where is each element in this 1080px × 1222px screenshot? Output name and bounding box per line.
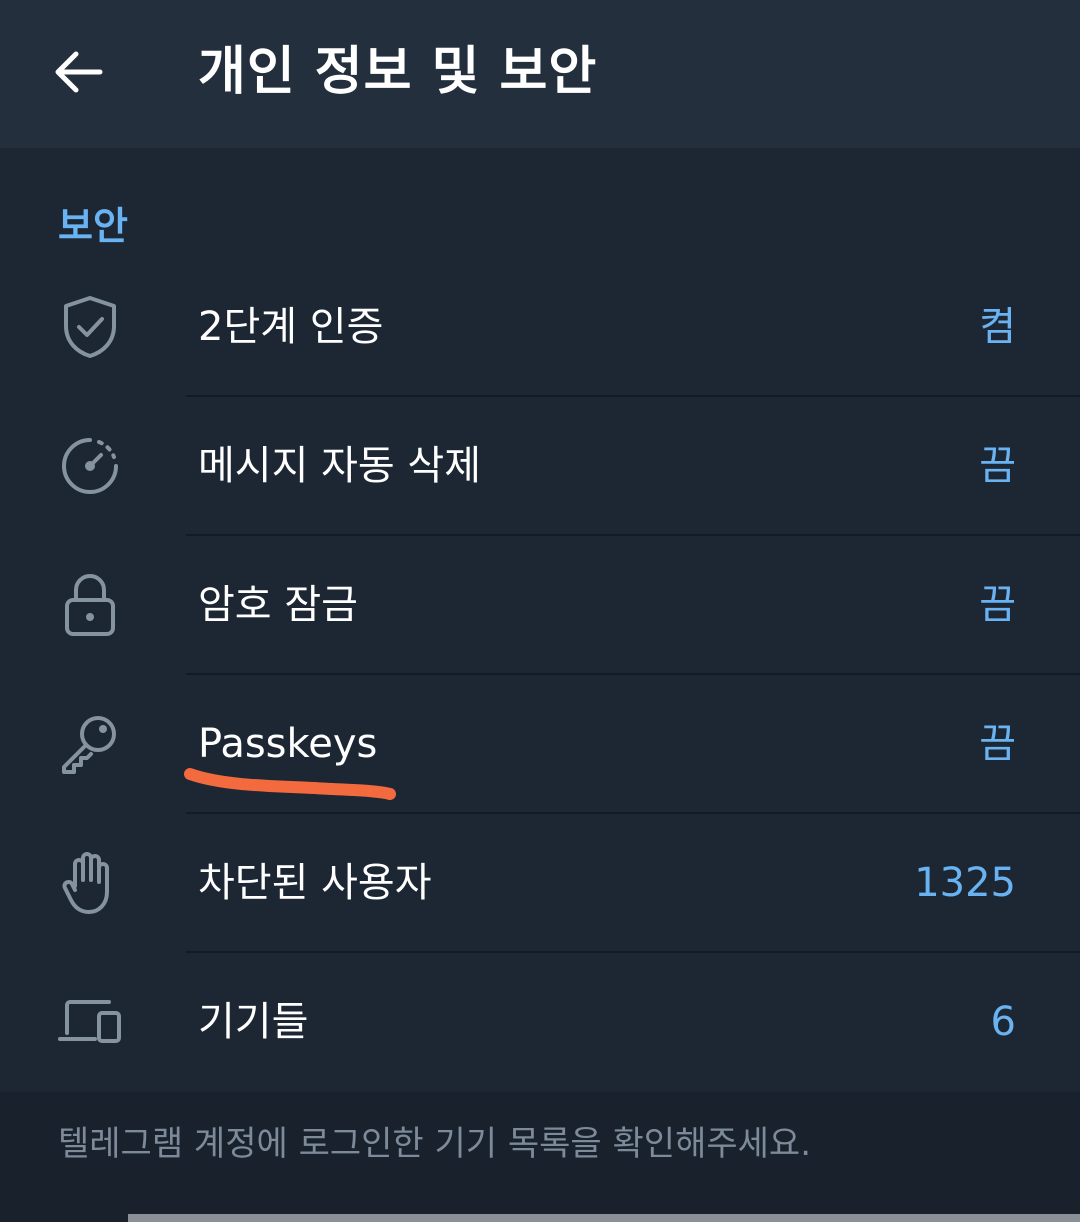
timer-icon	[56, 432, 124, 500]
gesture-bar	[128, 1214, 1080, 1222]
app-screen: 개인 정보 및 보안 보안 2단계 인증 켬 메시지 자동 삭제 끔 암호 잠금…	[0, 0, 1080, 1222]
row-label: 기기들	[198, 999, 309, 1045]
footer-hint: 텔레그램 계정에 로그인한 기기 목록을 확인해주세요.	[58, 1124, 812, 1164]
app-bar: 개인 정보 및 보안	[0, 0, 1080, 148]
section-title-security: 보안	[58, 204, 128, 248]
row-label: 암호 잠금	[198, 582, 358, 628]
row-blocked-users[interactable]: 차단된 사용자 1325	[0, 814, 1080, 953]
shield-check-icon	[56, 293, 124, 361]
row-label: 차단된 사용자	[198, 860, 432, 906]
row-label: 메시지 자동 삭제	[198, 443, 482, 489]
row-value: 끔	[979, 721, 1016, 767]
row-passkeys[interactable]: Passkeys 끔	[0, 675, 1080, 814]
row-value: 6	[990, 999, 1016, 1045]
row-value: 끔	[979, 443, 1016, 489]
devices-icon	[56, 988, 124, 1056]
row-devices[interactable]: 기기들 6	[0, 953, 1080, 1092]
key-icon	[56, 710, 124, 778]
row-two-step-verification[interactable]: 2단계 인증 켬	[0, 258, 1080, 397]
page-title: 개인 정보 및 보안	[198, 42, 598, 102]
row-label: Passkeys	[198, 721, 378, 767]
row-value: 1325	[914, 860, 1016, 906]
row-auto-delete-messages[interactable]: 메시지 자동 삭제 끔	[0, 397, 1080, 536]
row-value: 끔	[979, 582, 1016, 628]
row-passcode-lock[interactable]: 암호 잠금 끔	[0, 536, 1080, 675]
section-footer: 텔레그램 계정에 로그인한 기기 목록을 확인해주세요.	[0, 1092, 1080, 1222]
row-label: 2단계 인증	[198, 304, 384, 350]
back-button[interactable]	[40, 34, 116, 110]
arrow-left-icon	[55, 51, 103, 93]
lock-icon	[56, 571, 124, 639]
row-value: 켬	[979, 304, 1016, 350]
hand-icon	[56, 849, 124, 917]
